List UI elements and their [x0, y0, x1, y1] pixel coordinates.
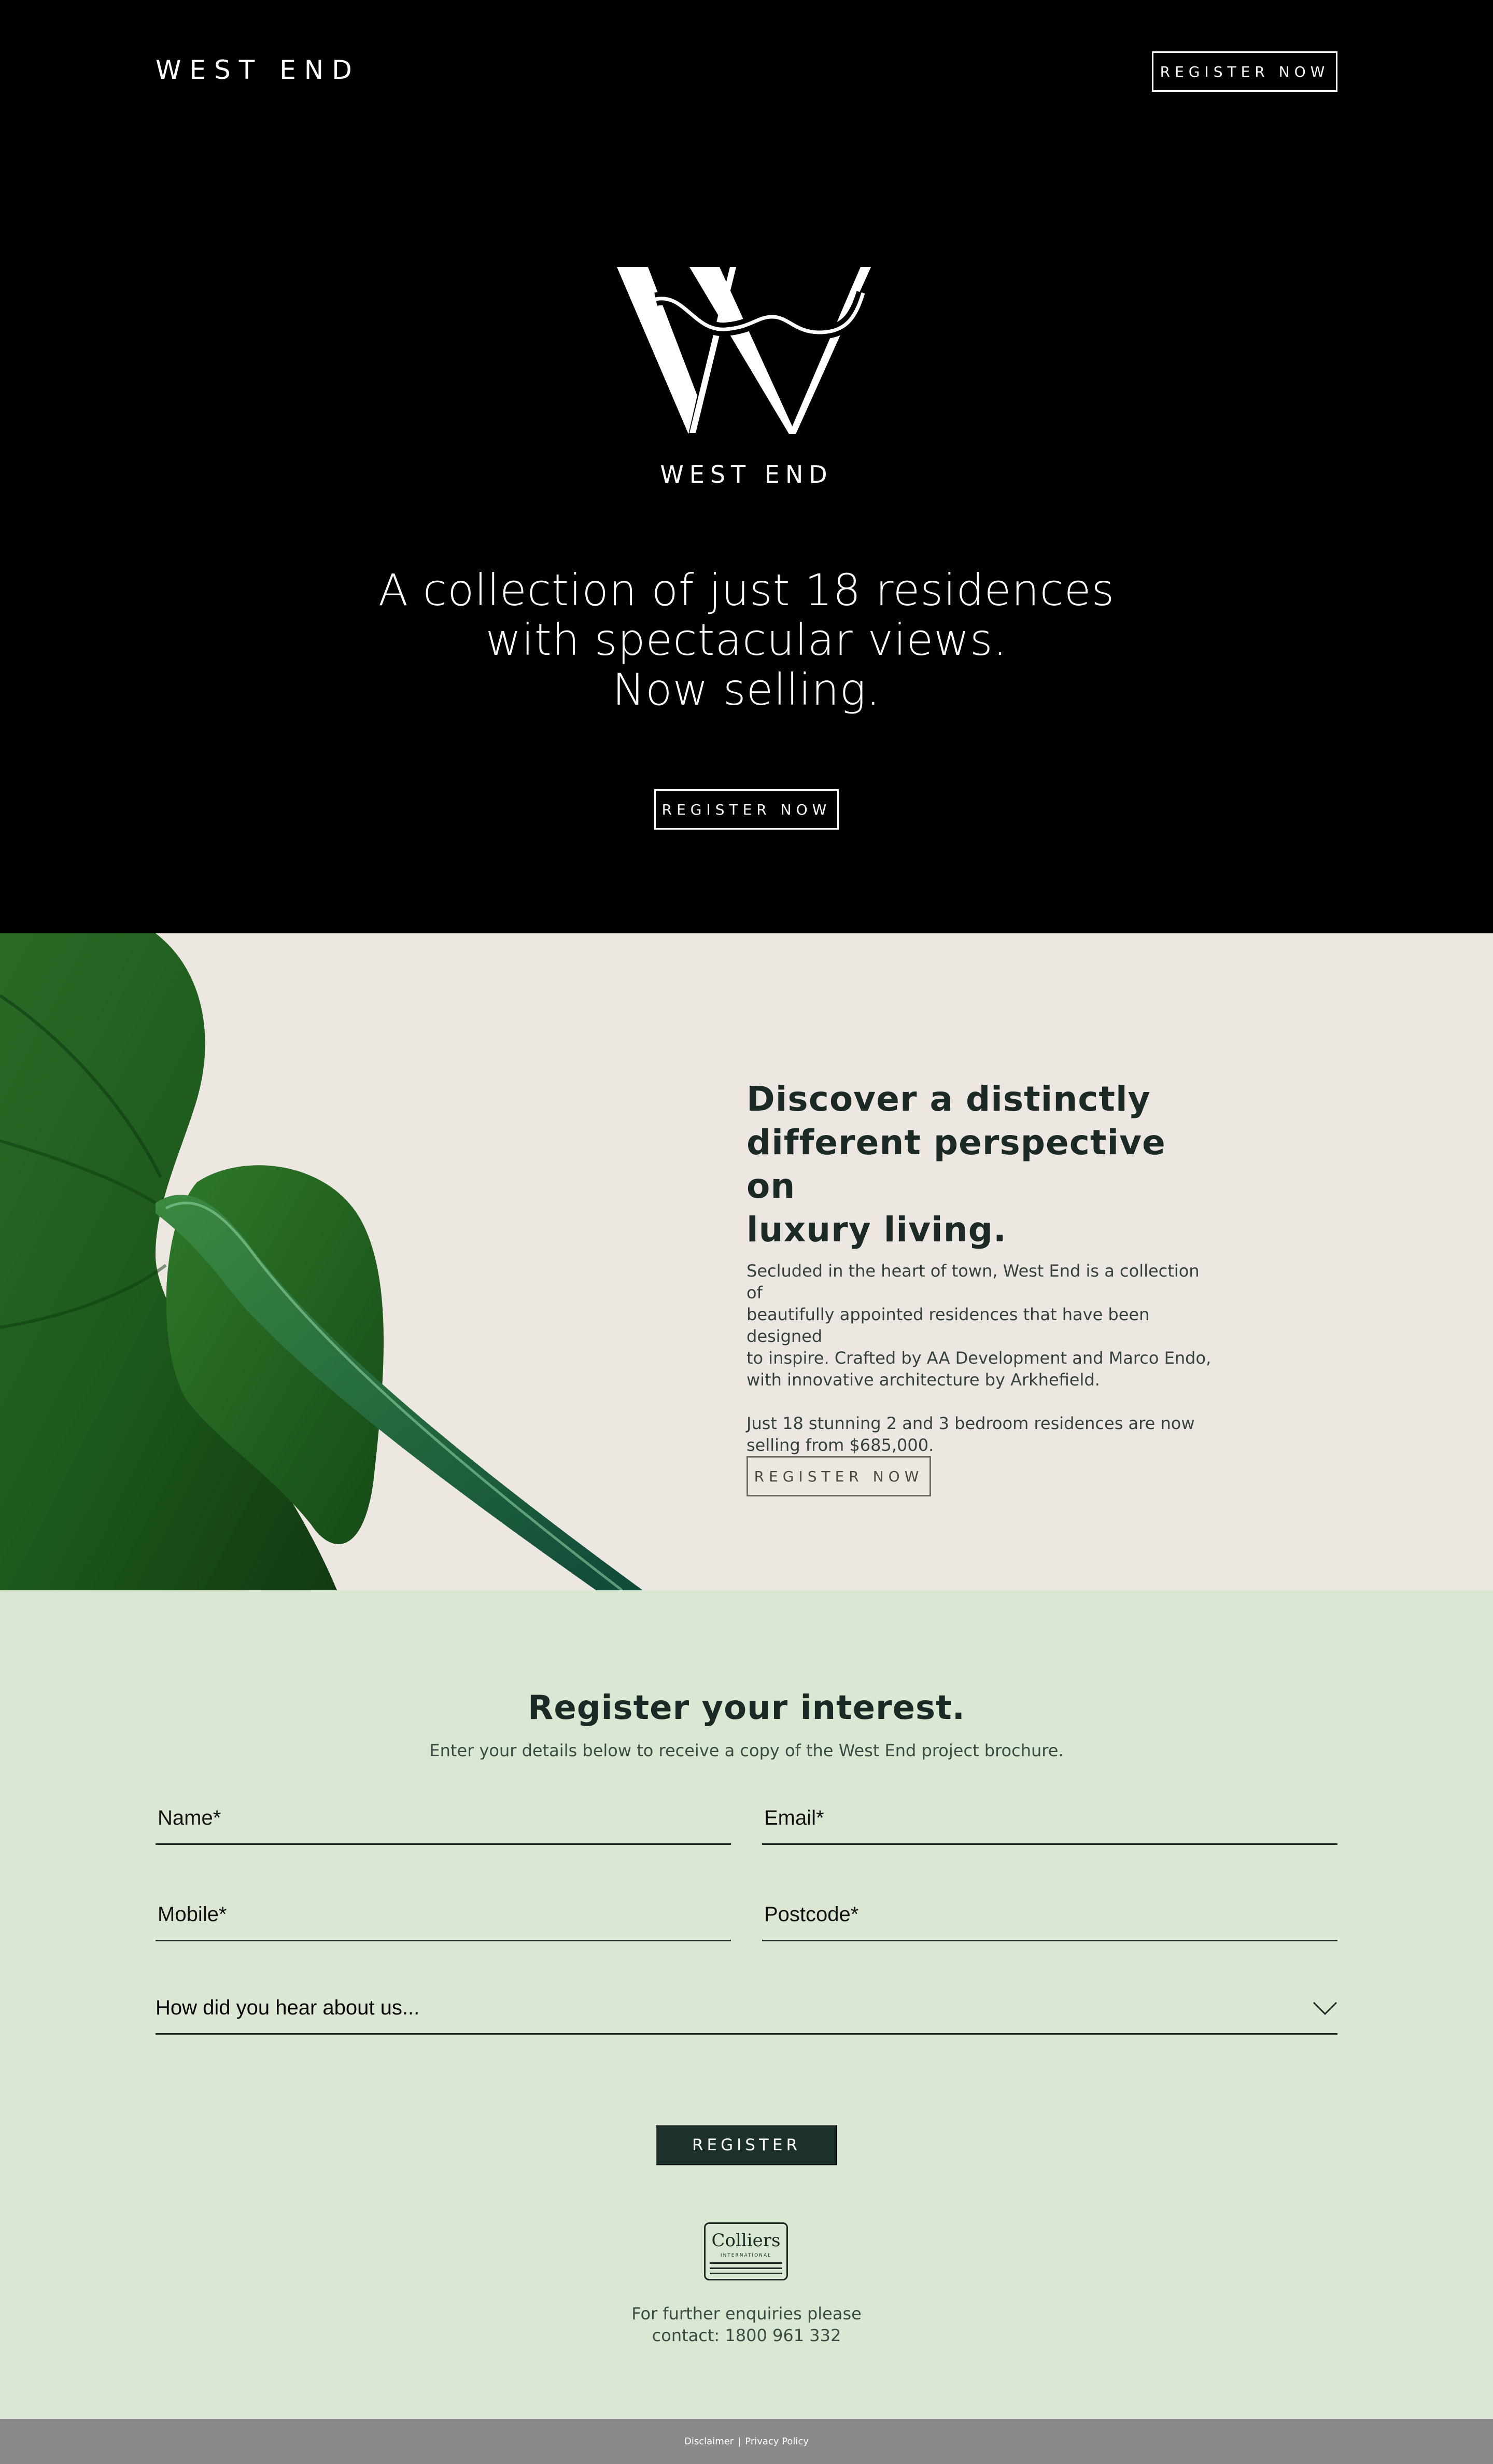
postcode-field: [762, 1889, 1337, 1941]
hero-register-button[interactable]: REGISTER NOW: [654, 789, 839, 830]
register-title: Register your interest.: [528, 1689, 965, 1727]
disclaimer-link[interactable]: Disclaimer: [684, 2436, 734, 2447]
email-field: [762, 1793, 1337, 1845]
colliers-logo-lines: [710, 2262, 782, 2278]
feature-title-line: Discover a distinctly: [746, 1079, 1151, 1119]
feature-description: Secluded in the heart of town, West End …: [746, 1260, 1213, 1478]
footer: Disclaimer | Privacy Policy: [0, 2419, 1493, 2464]
feature-register-button[interactable]: REGISTER NOW: [746, 1456, 931, 1496]
name-field: [156, 1793, 731, 1845]
mobile-input[interactable]: [156, 1903, 731, 1926]
paragraph-line: Secluded in the heart of town, West End …: [746, 1261, 1200, 1303]
colliers-logo-name: Colliers: [711, 2230, 781, 2251]
paragraph-line: selling from $685,000.: [746, 1435, 934, 1455]
hero-headline: A collection of just 18 residences with …: [0, 565, 1493, 715]
privacy-policy-link[interactable]: Privacy Policy: [745, 2436, 809, 2447]
paragraph-line: beautifully appointed residences that ha…: [746, 1305, 1150, 1346]
headline-line: with spectacular views.: [485, 614, 1008, 665]
monstera-leaf-image: [0, 933, 643, 1590]
enquiry-line: For further enquiries please: [631, 2304, 862, 2323]
hero-section: WEST END REGISTER NOW WEST END A collect…: [0, 0, 1493, 933]
headline-line: Now selling.: [612, 664, 881, 715]
footer-separator: |: [738, 2436, 741, 2447]
headline-line: A collection of just 18 residences: [378, 565, 1115, 615]
colliers-logo: Colliers INTERNATIONAL: [704, 2222, 788, 2280]
register-subtitle: Enter your details below to receive a co…: [429, 1741, 1064, 1760]
email-input[interactable]: [762, 1807, 1337, 1830]
paragraph-line: Just 18 stunning 2 and 3 bedroom residen…: [746, 1413, 1195, 1433]
enquiry-line: contact: 1800 961 332: [652, 2326, 841, 2345]
chevron-down-icon: [1313, 2001, 1337, 2015]
register-section: Register your interest. Enter your detai…: [0, 1590, 1493, 2419]
brand-logo-text[interactable]: WEST END: [156, 55, 360, 85]
west-end-w-logo-icon: [617, 267, 871, 434]
paragraph-line: to inspire. Crafted by AA Development an…: [746, 1348, 1212, 1368]
feature-title-line: different perspective on: [746, 1123, 1166, 1206]
enquiry-text: For further enquiries please contact: 18…: [0, 2303, 1493, 2346]
source-select-value: How did you hear about us...: [156, 1996, 420, 2019]
postcode-input[interactable]: [762, 1903, 1337, 1926]
paragraph-line: with innovative architecture by Arkhefie…: [746, 1370, 1100, 1390]
mobile-field: [156, 1889, 731, 1941]
logo-wordmark: WEST END: [660, 460, 833, 488]
colliers-logo-sub: INTERNATIONAL: [720, 2253, 772, 2258]
header-register-button[interactable]: REGISTER NOW: [1152, 51, 1337, 92]
source-select[interactable]: How did you hear about us...: [156, 1983, 1337, 2035]
feature-title-line: luxury living.: [746, 1210, 1007, 1250]
feature-title: Discover a distinctly different perspect…: [746, 1077, 1213, 1252]
feature-paragraph: Secluded in the heart of town, West End …: [746, 1260, 1213, 1391]
register-submit-button[interactable]: REGISTER: [656, 2125, 837, 2165]
feature-paragraph: Just 18 stunning 2 and 3 bedroom residen…: [746, 1412, 1213, 1456]
name-input[interactable]: [156, 1807, 731, 1830]
